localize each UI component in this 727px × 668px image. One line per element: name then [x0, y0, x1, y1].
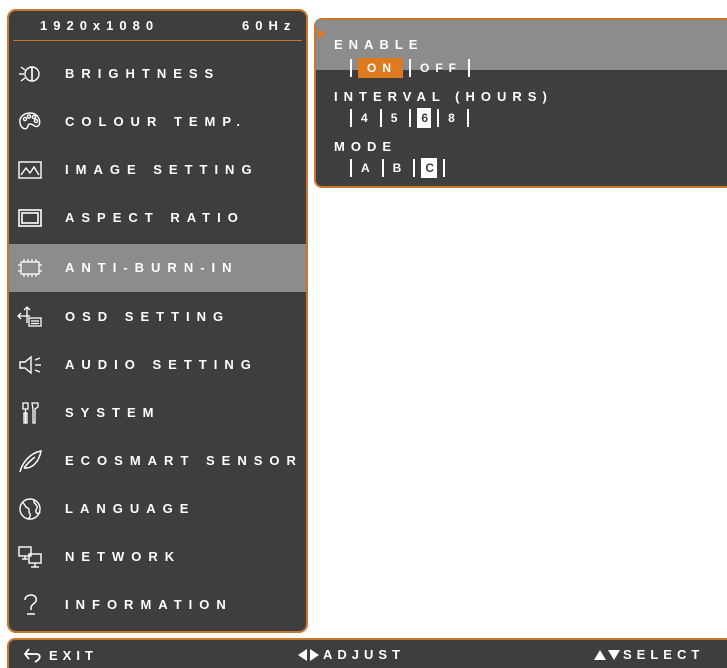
- tools-icon: [16, 399, 44, 427]
- menu-label-brightness: BRIGHTNESS: [65, 66, 221, 81]
- enable-row[interactable]: ENABLE ON OFF: [316, 20, 727, 78]
- main-menu-panel: 1920x1080 60Hz BRIGHTNESS COLOUR TEMP. I…: [7, 9, 308, 633]
- speaker-icon: [16, 351, 44, 379]
- leaf-icon: [16, 447, 44, 475]
- menu-item-anti-burn-in[interactable]: ANTI-BURN-IN: [9, 244, 306, 292]
- menu-label-audio-setting: AUDIO SETTING: [65, 357, 258, 372]
- left-arrow-icon: [298, 648, 307, 661]
- option-interval-6[interactable]: 6: [417, 108, 432, 128]
- refresh-rate-text: 60Hz: [242, 18, 297, 33]
- option-interval-4[interactable]: 4: [358, 108, 374, 128]
- menu-item-colour-temp[interactable]: COLOUR TEMP.: [9, 98, 306, 146]
- option-interval-8[interactable]: 8: [445, 108, 461, 128]
- menu-label-network: NETWORK: [65, 549, 182, 564]
- option-mode-a[interactable]: A: [358, 158, 376, 178]
- menu-item-aspect-ratio[interactable]: ASPECT RATIO: [9, 194, 306, 242]
- mode-options: A B C: [344, 158, 451, 178]
- option-mode-c[interactable]: C: [421, 158, 438, 178]
- anti-burn-in-submenu: ENABLE ON OFF INTERVAL (HOURS) 4 5 6 8 M…: [314, 18, 727, 188]
- select-label: SELECT: [623, 647, 705, 662]
- footer-hint-bar: EXIT ADJUST SELECT: [7, 638, 727, 668]
- menu-item-language[interactable]: LANGUAGE: [9, 485, 306, 533]
- option-on[interactable]: ON: [358, 58, 403, 78]
- enable-options: ON OFF: [344, 58, 476, 78]
- down-arrow-icon: [608, 649, 620, 660]
- selection-arrow-icon: [318, 29, 326, 39]
- menu-label-system: SYSTEM: [65, 405, 161, 420]
- up-arrow-icon: [594, 649, 606, 660]
- osd-icon: [16, 303, 44, 331]
- adjust-label: ADJUST: [323, 647, 406, 662]
- interval-label[interactable]: INTERVAL (HOURS): [334, 89, 553, 104]
- menu-item-osd-setting[interactable]: OSD SETTING: [9, 293, 306, 341]
- menu-label-ecosmart-sensor: ECOSMART SENSOR: [65, 453, 303, 468]
- status-divider: [13, 40, 302, 41]
- menu-item-audio-setting[interactable]: AUDIO SETTING: [9, 341, 306, 389]
- question-icon: [16, 591, 44, 619]
- exit-hint[interactable]: EXIT: [23, 647, 98, 663]
- right-arrow-icon: [310, 648, 319, 661]
- image-icon: [16, 156, 44, 184]
- exit-icon: [23, 648, 41, 663]
- menu-item-information[interactable]: INFORMATION: [9, 581, 306, 629]
- option-interval-5[interactable]: 5: [388, 108, 404, 128]
- mode-label[interactable]: MODE: [334, 139, 397, 154]
- menu-item-image-setting[interactable]: IMAGE SETTING: [9, 146, 306, 194]
- menu-label-osd-setting: OSD SETTING: [65, 309, 231, 324]
- option-mode-b[interactable]: B: [390, 158, 408, 178]
- status-row: 1920x1080 60Hz: [9, 11, 306, 39]
- menu-label-anti-burn-in: ANTI-BURN-IN: [65, 260, 239, 275]
- menu-label-aspect-ratio: ASPECT RATIO: [65, 210, 245, 225]
- menu-item-brightness[interactable]: BRIGHTNESS: [9, 50, 306, 98]
- menu-item-network[interactable]: NETWORK: [9, 533, 306, 581]
- network-icon: [16, 543, 44, 571]
- menu-label-language: LANGUAGE: [65, 501, 196, 516]
- menu-item-system[interactable]: SYSTEM: [9, 389, 306, 437]
- aspect-ratio-icon: [16, 204, 44, 232]
- interval-options: 4 5 6 8: [344, 108, 475, 128]
- menu-label-information: INFORMATION: [65, 597, 233, 612]
- globe-icon: [16, 495, 44, 523]
- resolution-text: 1920x1080: [40, 18, 160, 33]
- adjust-hint: ADJUST: [298, 647, 405, 662]
- menu-label-colour-temp: COLOUR TEMP.: [65, 114, 247, 129]
- palette-icon: [16, 108, 44, 136]
- select-hint: SELECT: [594, 647, 704, 662]
- enable-label: ENABLE: [334, 37, 424, 52]
- chip-icon: [16, 254, 44, 282]
- menu-label-image-setting: IMAGE SETTING: [65, 162, 259, 177]
- option-off[interactable]: OFF: [417, 58, 462, 78]
- menu-item-ecosmart-sensor[interactable]: ECOSMART SENSOR: [9, 437, 306, 485]
- exit-label: EXIT: [49, 647, 98, 663]
- brightness-icon: [16, 60, 44, 88]
